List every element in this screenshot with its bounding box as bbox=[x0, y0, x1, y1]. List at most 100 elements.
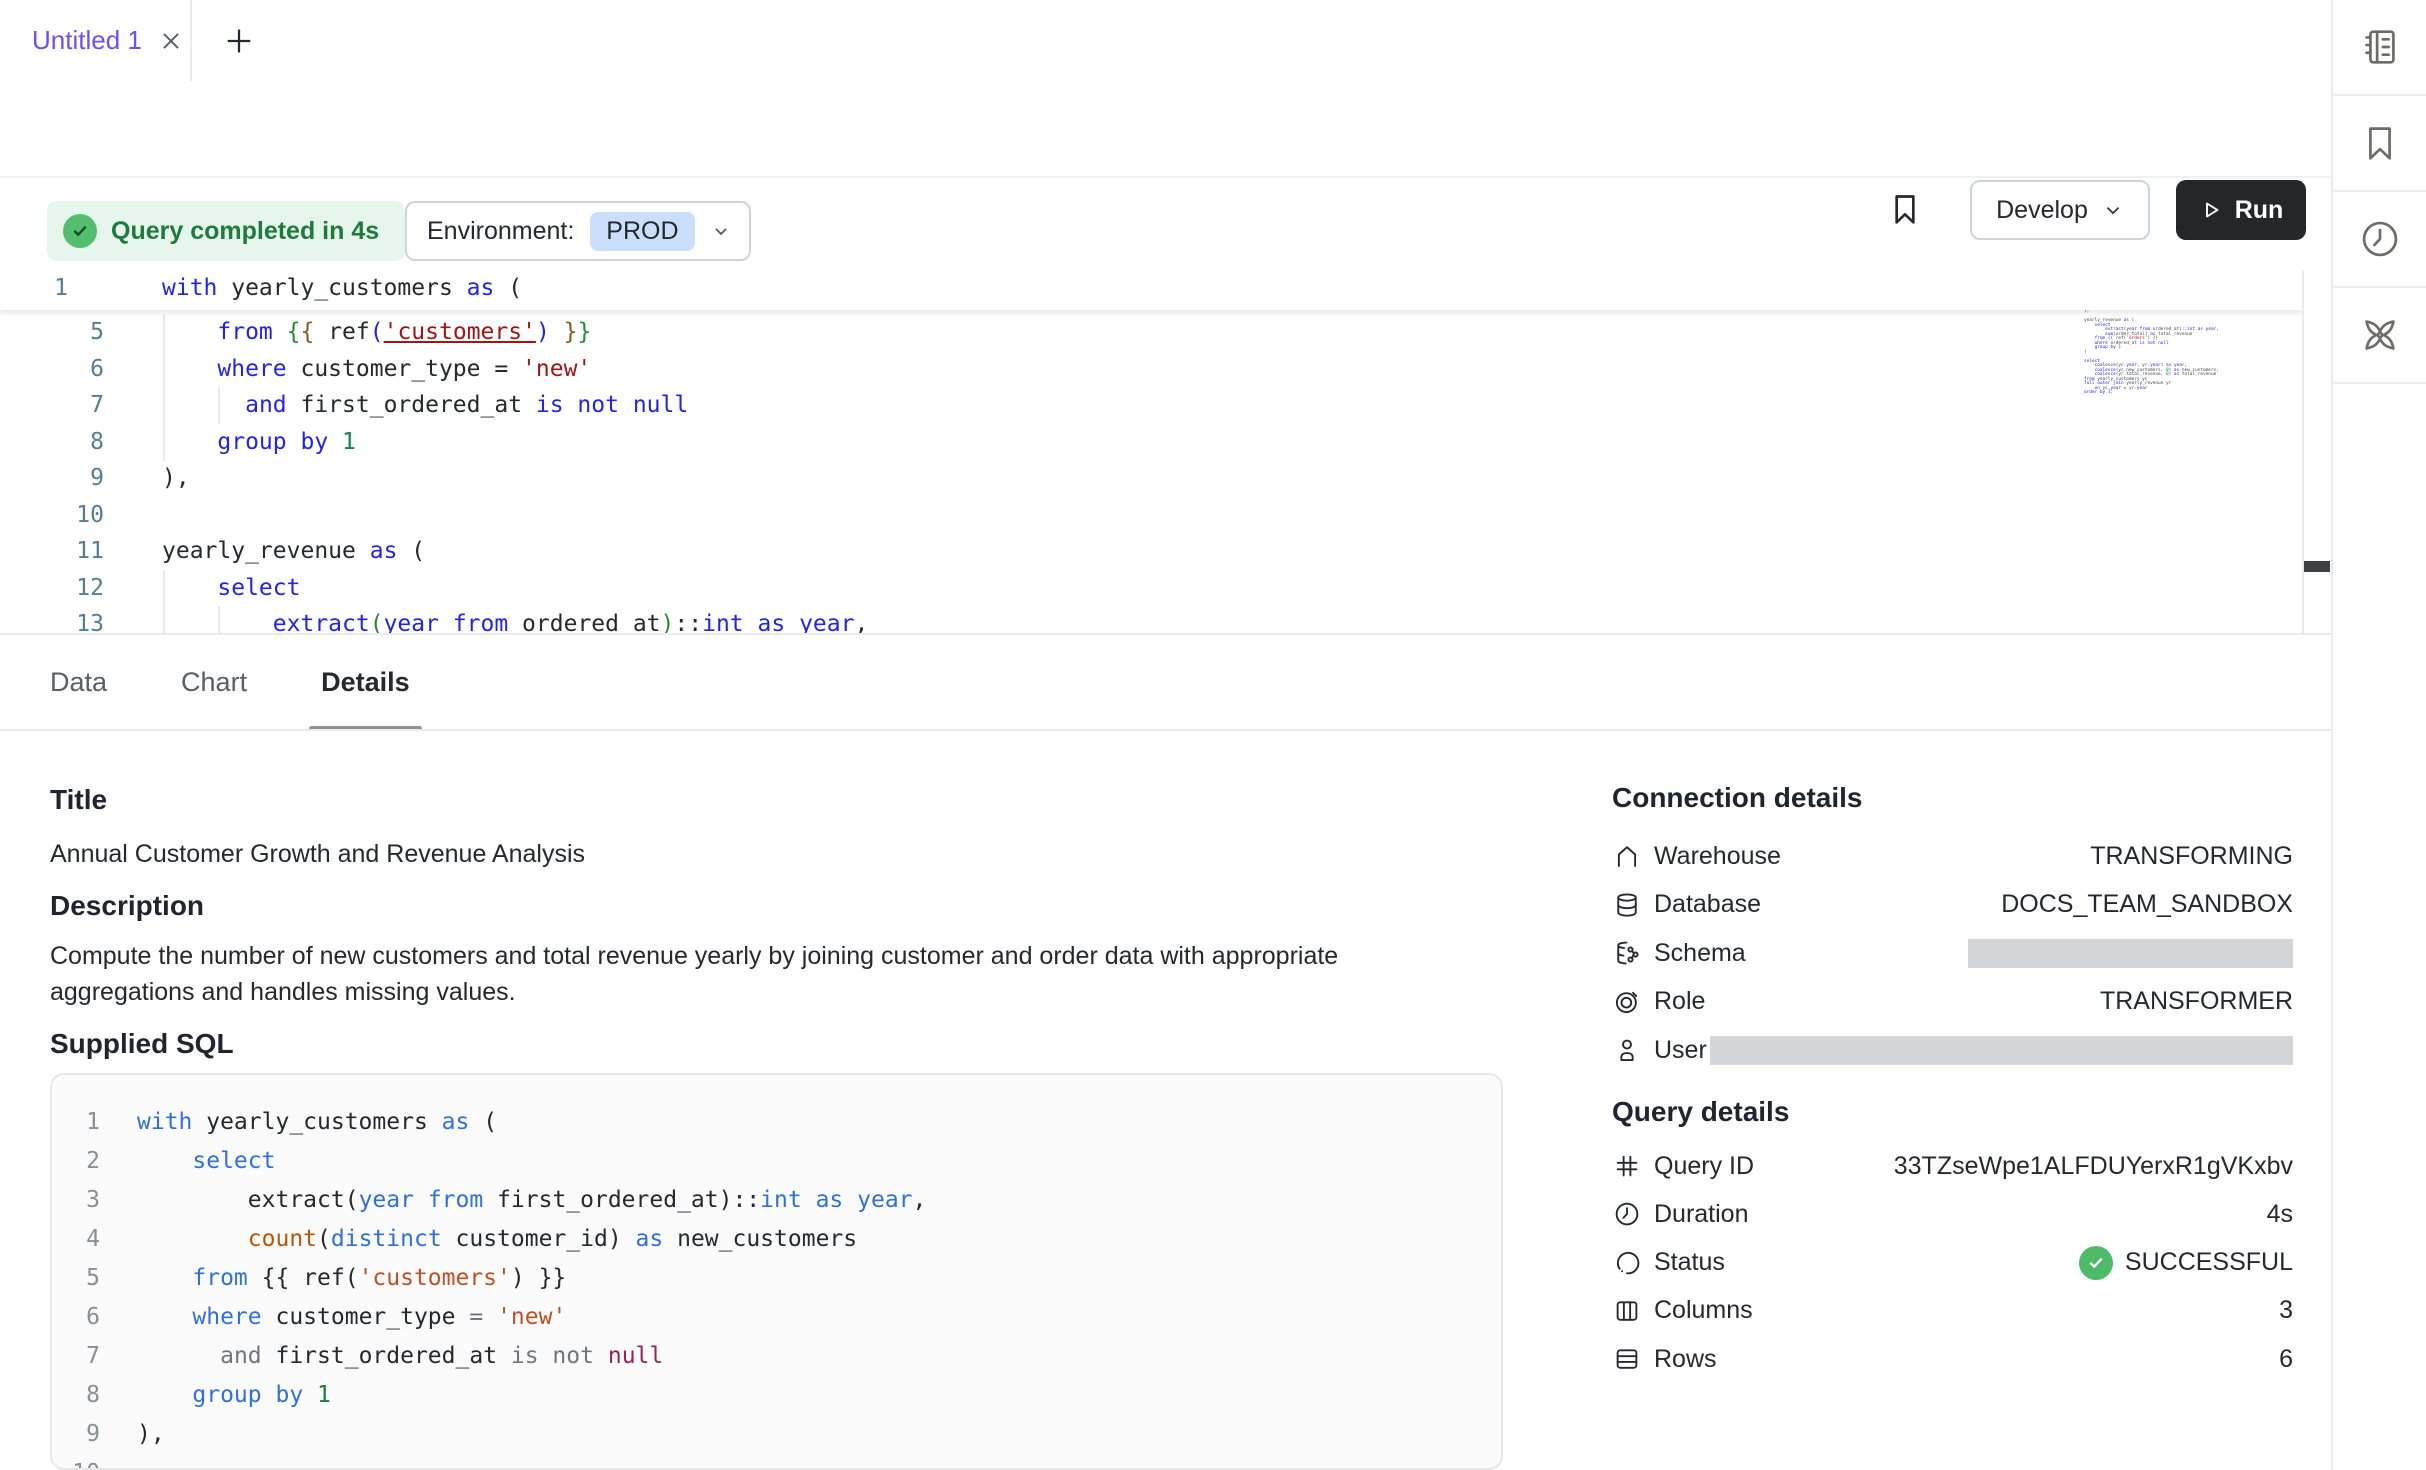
description-text: Compute the number of new customers and … bbox=[50, 938, 1400, 1010]
code-text: with yearly_customers as ( bbox=[137, 1103, 497, 1142]
editor-line-9[interactable]: 9), bbox=[0, 460, 2302, 497]
line-number: 5 bbox=[52, 1259, 100, 1298]
supplied-sql-line-4: 4 count(distinct customer_id) as new_cus… bbox=[52, 1220, 1501, 1259]
line-number: 1 bbox=[0, 270, 68, 307]
line-number: 8 bbox=[0, 424, 104, 461]
user-icon bbox=[1612, 1035, 1642, 1065]
sidebar-bookmark-icon[interactable] bbox=[2333, 96, 2426, 192]
query-detail-row-status: StatusSUCCESSFUL bbox=[1612, 1246, 2293, 1280]
code-text: with yearly_customers as ( bbox=[162, 270, 522, 307]
supplied-sql-line-6: 6 where customer_type = 'new' bbox=[52, 1298, 1501, 1337]
row-label: Database bbox=[1654, 890, 1761, 919]
editor-scrollbar-track[interactable] bbox=[2302, 270, 2331, 634]
line-number: 7 bbox=[0, 387, 104, 424]
line-number: 9 bbox=[52, 1415, 100, 1454]
connection-row-schema: Schema bbox=[1612, 936, 2293, 970]
database-icon bbox=[1612, 890, 1642, 920]
environment-selector[interactable]: Environment: PROD bbox=[405, 201, 751, 261]
line-number: 6 bbox=[52, 1298, 100, 1337]
develop-label: Develop bbox=[1996, 196, 2088, 225]
supplied-sql-line-5: 5 from {{ ref('customers') }} bbox=[52, 1259, 1501, 1298]
editor-line-10[interactable]: 10 bbox=[0, 497, 2302, 534]
line-number: 12 bbox=[0, 570, 104, 607]
line-number: 4 bbox=[52, 1220, 100, 1259]
role-target-icon bbox=[1612, 987, 1642, 1017]
supplied-sql-heading: Supplied SQL bbox=[50, 1028, 234, 1060]
supplied-sql-line-8: 8 group by 1 bbox=[52, 1376, 1501, 1415]
code-text: and first_ordered_at is not null bbox=[162, 387, 688, 424]
line-number: 7 bbox=[52, 1337, 100, 1376]
develop-dropdown[interactable]: Develop bbox=[1970, 180, 2150, 240]
tab-details[interactable]: Details bbox=[309, 634, 422, 731]
code-text: group by 1 bbox=[162, 424, 356, 461]
line-number: 13 bbox=[0, 606, 104, 634]
code-text: extract(year from first_ordered_at)::int… bbox=[137, 1181, 926, 1220]
row-label: Query ID bbox=[1654, 1152, 1754, 1181]
sidebar-history-clock-icon[interactable] bbox=[2333, 192, 2426, 288]
code-text: ), bbox=[137, 1415, 165, 1454]
bookmark-icon[interactable] bbox=[1885, 189, 1925, 229]
supplied-sql-line-3: 3 extract(year from first_ordered_at)::i… bbox=[52, 1181, 1501, 1220]
row-label: Role bbox=[1654, 987, 1705, 1016]
line-number: 5 bbox=[0, 314, 104, 351]
status-spinner-icon bbox=[1612, 1248, 1642, 1278]
line-number: 10 bbox=[52, 1454, 100, 1470]
success-check-icon bbox=[2079, 1246, 2113, 1280]
sidebar-notebook-icon[interactable] bbox=[2333, 0, 2426, 96]
app-window: Untitled 1 Develop Run bbox=[0, 0, 2426, 1470]
close-icon[interactable] bbox=[158, 28, 184, 54]
columns-icon bbox=[1612, 1296, 1642, 1326]
supplied-sql-line-2: 2 select bbox=[52, 1142, 1501, 1181]
row-value: TRANSFORMER bbox=[2100, 987, 2293, 1016]
duration-clock-icon bbox=[1612, 1199, 1642, 1229]
editor-line-11[interactable]: 11yearly_revenue as ( bbox=[0, 533, 2302, 570]
line-number: 2 bbox=[52, 1142, 100, 1181]
editor-line-1[interactable]: 1 with yearly_customers as ( bbox=[0, 270, 2302, 310]
editor-scrollbar-thumb[interactable] bbox=[2304, 561, 2330, 572]
code-text: where customer_type = 'new' bbox=[137, 1298, 566, 1337]
environment-value-pill: PROD bbox=[590, 212, 694, 251]
row-value: 4s bbox=[2267, 1200, 2293, 1229]
tab-data[interactable]: Data bbox=[38, 634, 119, 731]
line-number: 11 bbox=[0, 533, 104, 570]
query-status-badge: Query completed in 4s bbox=[47, 201, 405, 261]
supplied-sql-line-10: 10 bbox=[52, 1454, 1501, 1470]
sql-editor[interactable]: 1 with yearly_customers as ( 5 from {{ ref… bbox=[0, 270, 2302, 634]
run-button[interactable]: Run bbox=[2176, 180, 2306, 240]
chevron-down-icon bbox=[711, 221, 731, 241]
line-number: 6 bbox=[0, 351, 104, 388]
query-details-heading: Query details bbox=[1612, 1096, 1789, 1128]
row-value: 6 bbox=[2279, 1345, 2293, 1374]
supplied-sql-line-1: 1with yearly_customers as ( bbox=[52, 1103, 1501, 1142]
environment-label: Environment: bbox=[427, 217, 574, 246]
editor-line-6[interactable]: 6 where customer_type = 'new' bbox=[0, 351, 2302, 388]
editor-line-8[interactable]: 8 group by 1 bbox=[0, 424, 2302, 461]
success-check-icon bbox=[63, 214, 97, 248]
tab-chart[interactable]: Chart bbox=[169, 634, 259, 731]
connection-row-role: Role TRANSFORMER bbox=[1612, 985, 2293, 1019]
code-text: select bbox=[162, 570, 300, 607]
line-number: 10 bbox=[0, 497, 104, 534]
line-number: 3 bbox=[52, 1181, 100, 1220]
row-label: Rows bbox=[1654, 1345, 1717, 1374]
redacted-value bbox=[1710, 1036, 2293, 1065]
plus-icon[interactable] bbox=[222, 24, 256, 58]
query-detail-row-query-id: Query ID33TZseWpe1ALFDUYerxR1gVKxbv bbox=[1612, 1149, 2293, 1183]
editor-line-13[interactable]: 13 extract(year from ordered_at)::int as… bbox=[0, 606, 2302, 634]
play-icon bbox=[2199, 198, 2223, 222]
supplied-sql-line-7: 7 and first_ordered_at is not null bbox=[52, 1337, 1501, 1376]
editor-line-7[interactable]: 7 and first_ordered_at is not null bbox=[0, 387, 2302, 424]
file-tab-title: Untitled 1 bbox=[32, 25, 142, 56]
code-text: where customer_type = 'new' bbox=[162, 351, 591, 388]
code-text: from {{ ref('customers') }} bbox=[137, 1259, 566, 1298]
editor-line-12[interactable]: 12 select bbox=[0, 570, 2302, 607]
sidebar-copilot-sparkle-icon[interactable] bbox=[2333, 288, 2426, 384]
title-value: Annual Customer Growth and Revenue Analy… bbox=[50, 836, 585, 872]
editor-line-5[interactable]: 5 from {{ ref('customers') }} bbox=[0, 314, 2302, 351]
toolbar: Develop Run bbox=[0, 81, 2331, 178]
code-text: ), bbox=[162, 460, 190, 497]
code-text: from {{ ref('customers') }} bbox=[162, 314, 591, 351]
file-tab-untitled-1[interactable]: Untitled 1 bbox=[0, 0, 192, 81]
row-value: 3 bbox=[2279, 1296, 2293, 1325]
row-label: Duration bbox=[1654, 1200, 1749, 1229]
